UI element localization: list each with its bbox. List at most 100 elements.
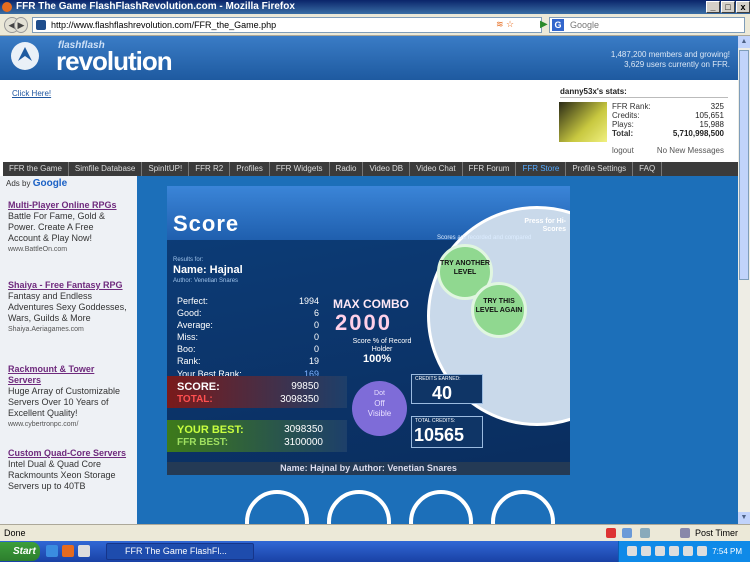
ffr-arrow-logo-icon[interactable] bbox=[10, 39, 40, 73]
menu-item-profile-settings[interactable]: Profile Settings bbox=[566, 162, 634, 176]
window-titlebar: FFR The Game FlashFlashRevolution.com - … bbox=[0, 0, 750, 14]
tray-icon[interactable] bbox=[669, 546, 679, 556]
ad-url[interactable]: www.cybertronpc.com/ bbox=[8, 419, 128, 430]
site-header: flashflash revolution 1,487,200 members … bbox=[0, 36, 738, 80]
tray-icon[interactable] bbox=[627, 546, 637, 556]
volume-icon[interactable] bbox=[697, 546, 707, 556]
sidebar-ads: Ads by Google Multi-Player Online RPGs B… bbox=[0, 176, 137, 524]
record-holder-note: Score % of Record Holder bbox=[352, 338, 412, 353]
avatar[interactable] bbox=[559, 102, 607, 142]
tray-icon[interactable] bbox=[641, 546, 651, 556]
stat-value: 0 bbox=[313, 344, 319, 354]
bottom-circle-icon bbox=[409, 490, 473, 524]
system-tray: 7:54 PM bbox=[618, 541, 750, 562]
quicklaunch-icon[interactable] bbox=[78, 545, 90, 557]
logo-big-text[interactable]: revolution bbox=[56, 48, 173, 74]
menu-item-ffr-the-game[interactable]: FFR the Game bbox=[3, 162, 69, 176]
url-text: http://www.flashflashrevolution.com/FFR_… bbox=[51, 20, 277, 30]
taskbar-firefox-window[interactable]: FFR The Game FlashFl... bbox=[106, 543, 254, 560]
ad-title[interactable]: Custom Quad-Core Servers bbox=[8, 448, 128, 459]
status-extension-icon[interactable] bbox=[622, 528, 632, 538]
total-value: 3098350 bbox=[280, 394, 319, 405]
ad-title[interactable]: Shaiya - Free Fantasy RPG bbox=[8, 280, 128, 291]
ffr-best-value: 3100000 bbox=[284, 437, 323, 448]
song-name: Name: Hajnal bbox=[173, 264, 243, 276]
stats-row: FFR Rank: 325 bbox=[612, 102, 724, 111]
ie-quicklaunch-icon[interactable] bbox=[46, 545, 58, 557]
ads-by-google[interactable]: Ads by Google bbox=[6, 178, 67, 189]
status-text: Done bbox=[4, 528, 26, 538]
menu-item-ffr-widgets[interactable]: FFR Widgets bbox=[270, 162, 330, 176]
search-input[interactable]: G Google bbox=[549, 17, 745, 33]
scroll-up-icon[interactable]: ▲ bbox=[738, 36, 750, 48]
menu-item-ffr-forum[interactable]: FFR Forum bbox=[463, 162, 517, 176]
close-button[interactable]: x bbox=[736, 1, 750, 13]
logout-link[interactable]: logout bbox=[612, 146, 634, 155]
status-extension-icon[interactable] bbox=[640, 528, 650, 538]
ad-text: Fantasy and Endless Adventures Sexy Godd… bbox=[8, 291, 127, 323]
score-total-box: SCORE: 99850 TOTAL: 3098350 bbox=[167, 376, 347, 408]
taskbar: Start FFR The Game FlashFl... 7:54 PM bbox=[0, 541, 750, 562]
menu-item-simfile-database[interactable]: Simfile Database bbox=[69, 162, 143, 176]
ad-url[interactable]: www.BattleOn.com bbox=[8, 244, 128, 255]
stat-label: Perfect: bbox=[177, 296, 209, 306]
stats-table: FFR Rank: 325 Credits: 105,651 Plays: 15,98… bbox=[612, 102, 724, 138]
tray-icon[interactable] bbox=[655, 546, 665, 556]
ad-url[interactable]: Shaiya.Aeriagames.com bbox=[8, 324, 128, 335]
ad-title[interactable]: Multi-Player Online RPGs bbox=[8, 200, 128, 211]
stat-value: 0 bbox=[313, 332, 319, 342]
credits-earned-label: CREDITS EARNED: bbox=[415, 376, 461, 382]
try-level-again-button[interactable]: TRY THIS LEVEL AGAIN bbox=[471, 282, 527, 338]
forward-button[interactable]: ▶ bbox=[14, 17, 28, 33]
your-best-label: YOUR BEST: bbox=[177, 424, 244, 436]
stat-label: Boo: bbox=[177, 344, 196, 354]
stats-row: Credits: 105,651 bbox=[612, 111, 724, 120]
sidebar-ad[interactable]: Multi-Player Online RPGs Battle For Fame… bbox=[8, 200, 128, 255]
menu-item-radio[interactable]: Radio bbox=[330, 162, 364, 176]
scroll-thumb[interactable] bbox=[739, 50, 749, 280]
member-count: 1,487,200 members and growing! 3,629 use… bbox=[611, 50, 730, 70]
menu-item-ffr-r2[interactable]: FFR R2 bbox=[189, 162, 231, 176]
stats-username[interactable]: danny53x's stats: bbox=[560, 86, 728, 98]
tray-icon[interactable] bbox=[683, 546, 693, 556]
click-here-link[interactable]: Click Here! bbox=[12, 89, 51, 98]
messages-link[interactable]: No New Messages bbox=[657, 146, 724, 155]
results-for-label: Results for: bbox=[173, 257, 204, 263]
site-favicon-icon bbox=[36, 20, 46, 30]
sidebar-ad[interactable]: Custom Quad-Core Servers Intel Dual & Qu… bbox=[8, 448, 128, 492]
ad-text: Battle For Fame, Gold & Power. Create A … bbox=[8, 211, 106, 243]
menu-item-video-chat[interactable]: Video Chat bbox=[410, 162, 463, 176]
menu-item-video-db[interactable]: Video DB bbox=[363, 162, 411, 176]
firefox-quicklaunch-icon[interactable] bbox=[62, 545, 74, 557]
start-button[interactable]: Start bbox=[0, 542, 40, 561]
post-timer[interactable]: Post Timer bbox=[695, 525, 738, 541]
credits-earned-box: CREDITS EARNED: 40 bbox=[411, 374, 483, 404]
record-percent: 100% bbox=[363, 353, 392, 365]
scroll-down-icon[interactable]: ▼ bbox=[738, 512, 750, 524]
menu-item-faq[interactable]: FAQ bbox=[633, 162, 663, 176]
menu-item-ffr-store[interactable]: FFR Store bbox=[516, 162, 567, 176]
song-author: Author: Venetian Snares bbox=[173, 278, 239, 284]
maximize-button[interactable]: □ bbox=[721, 1, 735, 13]
hi-scores-button[interactable]: Press for Hi-Scores bbox=[522, 218, 566, 234]
sidebar-ad[interactable]: Shaiya - Free Fantasy RPG Fantasy and En… bbox=[8, 280, 128, 335]
visibility-toggle[interactable]: Dot Off Visible bbox=[352, 381, 407, 436]
address-bar[interactable]: http://www.flashflashrevolution.com/FFR_… bbox=[32, 17, 542, 33]
bottom-circle-icon bbox=[327, 490, 391, 524]
google-search-icon[interactable]: G bbox=[552, 19, 564, 31]
max-combo-value: 2000 bbox=[335, 310, 392, 335]
status-extension-icon[interactable] bbox=[606, 528, 616, 538]
menu-item-profiles[interactable]: Profiles bbox=[230, 162, 270, 176]
total-label: TOTAL: bbox=[177, 394, 213, 405]
rss-bookmark-icon[interactable]: ≋ ☆ bbox=[496, 17, 514, 31]
stats-row: Total: 5,710,998,500 bbox=[612, 129, 724, 138]
minimize-button[interactable]: _ bbox=[706, 1, 720, 13]
clock-icon bbox=[680, 528, 690, 538]
vertical-scrollbar[interactable]: ▲ ▼ bbox=[738, 36, 750, 524]
status-bar: Done Post Timer bbox=[0, 524, 750, 541]
credits-earned-value: 40 bbox=[432, 383, 453, 403]
ad-title[interactable]: Rackmount & Tower Servers bbox=[8, 364, 128, 386]
members-line-2: 3,629 users currently on FFR. bbox=[624, 60, 730, 69]
menu-item-spinitup[interactable]: SpinItUP! bbox=[142, 162, 190, 176]
sidebar-ad[interactable]: Rackmount & Tower Servers Huge Array of … bbox=[8, 364, 128, 430]
